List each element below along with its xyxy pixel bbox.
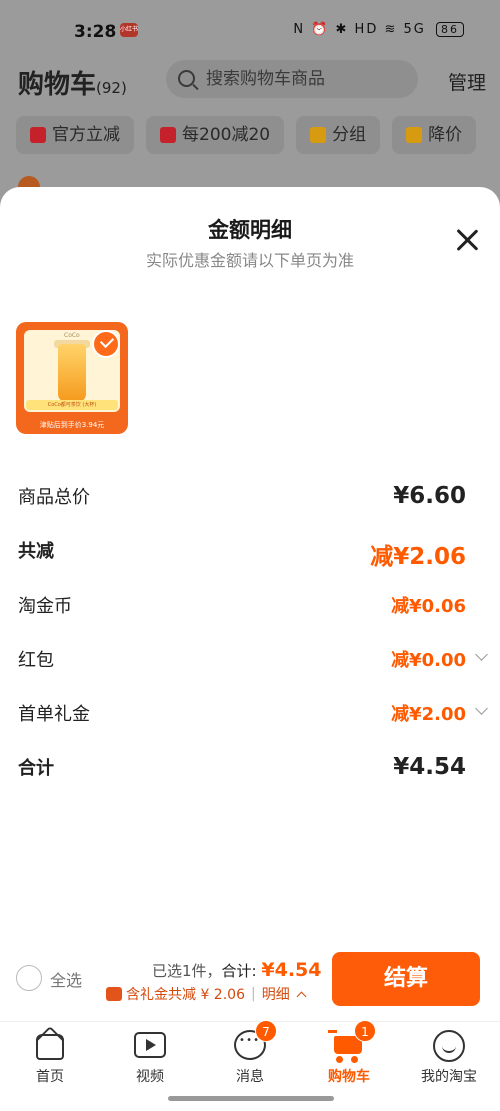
divider: | <box>250 986 256 1002</box>
total-label: 合计: <box>221 962 257 980</box>
shopping-cart-icon: 1 <box>328 1020 376 1063</box>
chip-official-discount[interactable]: 官方立减 <box>16 116 134 154</box>
cart-count: (92) <box>96 79 127 97</box>
chip-label: 官方立减 <box>52 125 120 145</box>
sheet-title: 金额明细 <box>208 218 292 242</box>
chat-bubble-icon: 7 <box>233 1020 277 1062</box>
row-value: ¥6.60 <box>393 483 466 509</box>
drink-cup-icon <box>58 344 86 402</box>
row-value: 减¥0.00 <box>391 650 466 671</box>
total-value: ¥4.54 <box>261 959 322 981</box>
close-icon[interactable] <box>454 227 480 253</box>
battery-icon: 86 <box>436 22 464 37</box>
select-all-label[interactable]: 全选 <box>50 967 82 991</box>
row-label: 首单礼金 <box>18 704 90 725</box>
chevron-down-icon[interactable] <box>475 702 488 715</box>
tab-video[interactable]: 视频 <box>115 1028 185 1086</box>
row-label: 淘金币 <box>18 596 72 617</box>
coupon-icon <box>106 987 122 1001</box>
chevron-up-icon[interactable] <box>296 991 307 1002</box>
chip-label: 降价 <box>428 125 463 145</box>
tab-cart[interactable]: 1 购物车 <box>314 1020 384 1086</box>
tab-messages[interactable]: 7 消息 <box>215 1020 285 1086</box>
row-label: 商品总价 <box>18 487 90 508</box>
row-grand-total: 合计 ¥4.54 <box>18 754 466 784</box>
chevron-down-icon[interactable] <box>475 648 488 661</box>
row-value: ¥4.54 <box>393 754 466 780</box>
tab-label: 我的淘宝 <box>421 1069 477 1085</box>
row-label: 合计 <box>18 758 54 779</box>
status-right-icons: N ⏰ ✱ HD ≋ 5G <box>293 22 426 37</box>
row-value: 减¥0.06 <box>391 596 466 617</box>
tab-my-taobao[interactable]: 我的淘宝 <box>414 1028 484 1086</box>
status-bar: 3:28 小红书 N ⏰ ✱ HD ≋ 5G 86 <box>0 0 500 60</box>
smiley-face-icon <box>432 1028 466 1062</box>
tab-label: 消息 <box>236 1069 264 1085</box>
lightning-icon <box>30 127 46 143</box>
tab-label: 视频 <box>136 1069 164 1085</box>
row-taojinbi: 淘金币 减¥0.06 <box>18 592 466 622</box>
checkout-bar: 全选 已选1件，合计: ¥4.54 含礼金共减 ¥ 2.06 | 明细 结算 <box>0 943 500 1023</box>
product-brand: CoCo <box>64 332 80 339</box>
status-icons: N ⏰ ✱ HD ≋ 5G 86 <box>293 22 464 37</box>
tab-home[interactable]: 首页 <box>15 1025 85 1086</box>
gift-discount-line[interactable]: 含礼金共减 ¥ 2.06 | 明细 <box>106 984 307 1004</box>
folder-icon <box>310 127 327 143</box>
search-input[interactable]: 搜索购物车商品 <box>166 60 418 98</box>
chip-group[interactable]: 分组 <box>296 116 381 154</box>
page-title-text: 购物车 <box>18 70 97 100</box>
home-indicator[interactable] <box>168 1096 334 1101</box>
filter-chips: 官方立减 每200减20 分组 降价 <box>16 116 500 154</box>
shop-icon <box>160 127 176 143</box>
row-goods-total: 商品总价 ¥6.60 <box>18 483 466 513</box>
product-band: CoCo都可茶饮 (大杯) <box>26 400 118 410</box>
chip-label: 分组 <box>332 125 367 145</box>
row-total-discount: 共减 减¥2.06 <box>18 537 466 570</box>
home-icon <box>33 1025 67 1062</box>
tab-label: 购物车 <box>328 1069 370 1085</box>
search-icon <box>178 70 195 87</box>
message-badge: 7 <box>255 1020 277 1042</box>
chip-price-drop[interactable]: 降价 <box>392 116 477 154</box>
sheet-subtitle: 实际优惠金额请以下单页为准 <box>145 251 354 270</box>
product-footer: 津贴后到手价3.94元 <box>39 421 105 429</box>
selected-summary: 已选1件，合计: ¥4.54 <box>152 959 322 981</box>
row-label: 共减 <box>18 541 54 562</box>
status-time: 3:28 <box>74 22 117 42</box>
video-play-icon <box>133 1028 167 1062</box>
xiaohongshu-icon: 小红书 <box>120 23 138 37</box>
bottom-tab-bar: 首页 视频 7 消息 1 购物车 我的淘宝 <box>0 1020 500 1111</box>
row-red-packet[interactable]: 红包 减¥0.00 <box>18 646 488 676</box>
detail-toggle[interactable]: 明细 <box>262 984 290 1004</box>
chip-every-200-off-20[interactable]: 每200减20 <box>146 116 285 154</box>
selected-count: 已选1件， <box>152 962 222 980</box>
manage-button[interactable]: 管理 <box>448 68 486 95</box>
search-placeholder: 搜索购物车商品 <box>206 69 325 89</box>
row-value: 减¥2.06 <box>370 544 466 570</box>
tab-label: 首页 <box>36 1069 64 1085</box>
chip-label: 每200减20 <box>182 125 271 145</box>
row-value: 减¥2.00 <box>391 704 466 725</box>
page-title: 购物车(92) <box>18 64 127 101</box>
row-label: 红包 <box>18 650 54 671</box>
select-all-checkbox[interactable] <box>16 965 42 991</box>
checkmark-icon[interactable] <box>92 330 120 358</box>
product-thumbnail[interactable]: CoCo CoCo都可茶饮 (大杯) 津贴后到手价3.94元 <box>16 322 128 434</box>
row-first-order-gift[interactable]: 首单礼金 减¥2.00 <box>18 700 488 730</box>
cart-badge: 1 <box>354 1020 376 1042</box>
settle-button[interactable]: 结算 <box>332 952 480 1006</box>
arrow-down-icon <box>406 127 423 143</box>
gift-discount-text: 含礼金共减 ¥ 2.06 <box>126 987 245 1003</box>
